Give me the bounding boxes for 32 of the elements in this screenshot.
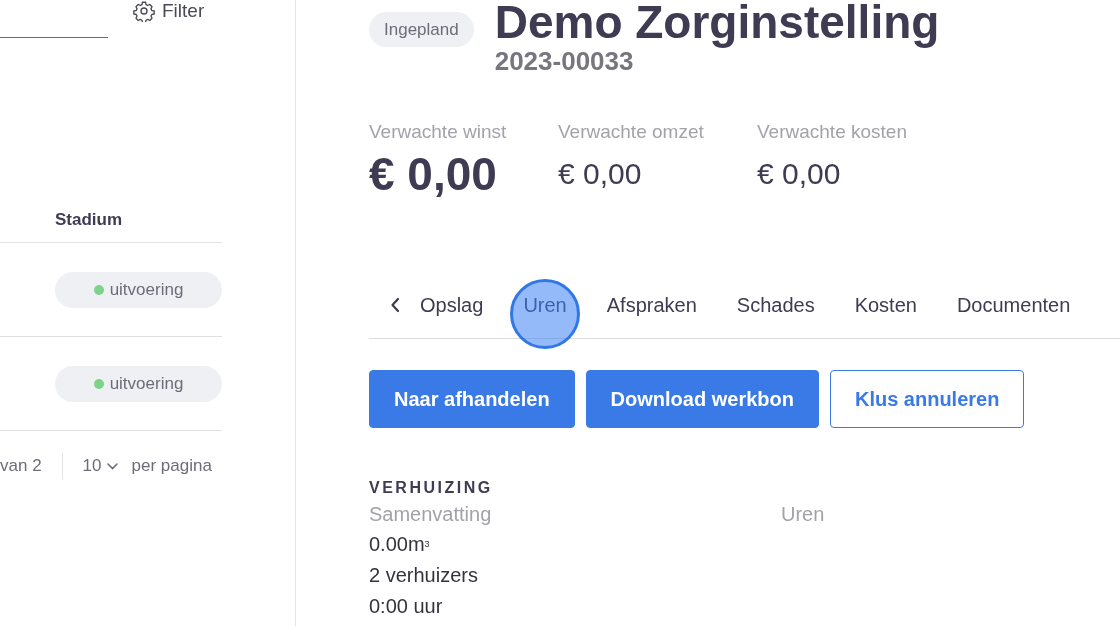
metric-label: Verwachte kosten: [757, 120, 908, 144]
tab[interactable]: Schades: [736, 286, 815, 324]
chevron-left-icon: [390, 297, 400, 313]
job-number: 2023-00033: [494, 46, 635, 76]
metric-label: Verwachte omzet: [558, 120, 705, 144]
tab[interactable]: Kosten: [854, 286, 917, 324]
summary-line: 0:00 uur: [369, 594, 444, 619]
status-badge: Ingepland: [369, 12, 474, 47]
column-label: Uren: [781, 502, 826, 527]
status-label: uitvoering: [109, 278, 184, 301]
page-size-select[interactable]: 10: [82, 453, 118, 479]
action-button[interactable]: Naar afhandelen: [369, 370, 575, 428]
metric-value: € 0,00: [558, 156, 643, 192]
tab[interactable]: Afspraken: [606, 286, 697, 324]
page-info: van 2: [0, 455, 42, 478]
summary-line: 2 verhuizers: [369, 563, 479, 588]
metric-value: € 0,00: [757, 156, 842, 192]
per-page-label: per pagina: [131, 455, 212, 478]
metric-label: Verwachte winst: [369, 120, 508, 144]
metric-value: € 0,00: [369, 147, 498, 202]
tab[interactable]: Documenten: [956, 286, 1071, 324]
action-button[interactable]: Klus annuleren: [829, 370, 1025, 428]
gear-icon: [133, 0, 155, 22]
action-button[interactable]: Download werkbon: [585, 370, 819, 428]
summary-line: 0.00m$^{3}$: [369, 532, 431, 557]
filter-button[interactable]: Filter: [133, 0, 205, 22]
status-label: uitvoering: [109, 372, 184, 395]
tab[interactable]: Opslag: [420, 286, 484, 324]
column-label: Samenvatting: [369, 502, 493, 527]
section-title: VERHUIZING: [369, 478, 494, 498]
column-header: Stadium: [55, 209, 123, 231]
chevron-down-icon: [106, 462, 118, 470]
